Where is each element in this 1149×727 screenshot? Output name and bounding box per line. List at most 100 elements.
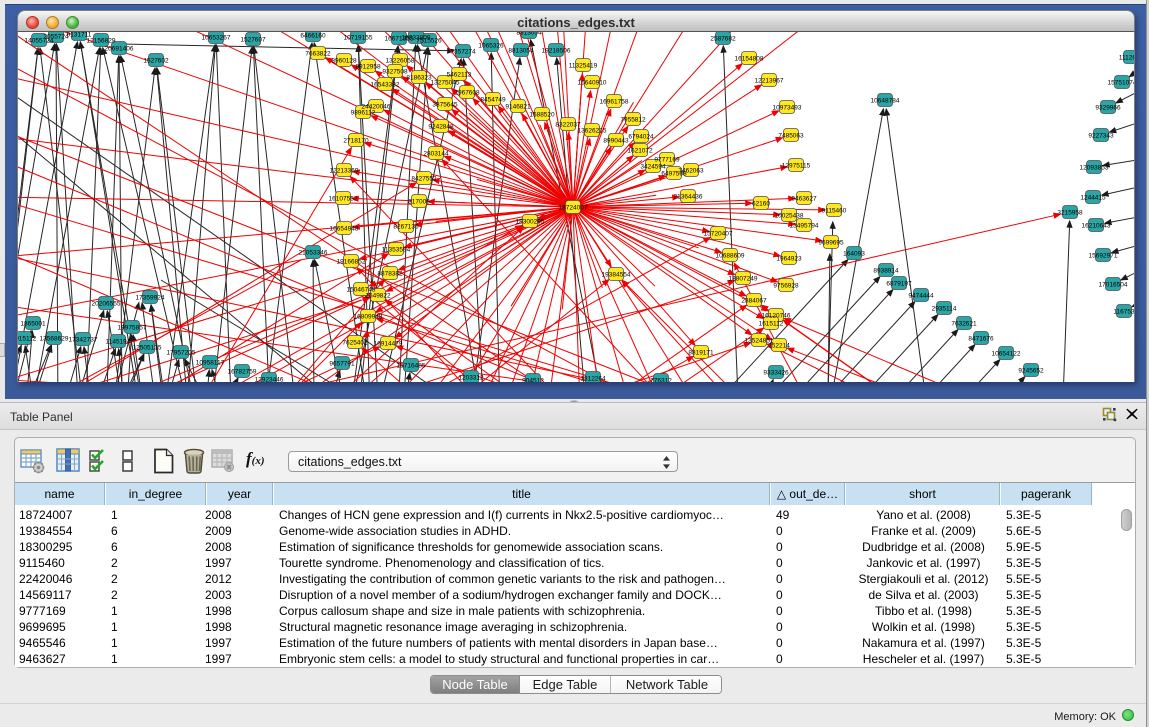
svg-text:9115460: 9115460 bbox=[822, 207, 847, 214]
svg-text:8813054: 8813054 bbox=[508, 47, 534, 54]
svg-text:20691406: 20691406 bbox=[105, 45, 134, 52]
svg-text:7632621: 7632621 bbox=[951, 320, 977, 327]
svg-text:9329966: 9329966 bbox=[1095, 104, 1121, 111]
svg-text:8990443: 8990443 bbox=[603, 137, 629, 144]
svg-text:62160: 62160 bbox=[752, 200, 770, 207]
svg-text:1549822: 1549822 bbox=[365, 292, 391, 299]
svg-text:6466160: 6466160 bbox=[300, 32, 326, 39]
svg-text:13568629: 13568629 bbox=[40, 335, 69, 342]
svg-text:8960128: 8960128 bbox=[331, 57, 357, 64]
svg-text:12213967: 12213967 bbox=[755, 77, 784, 84]
svg-text:1527602: 1527602 bbox=[143, 57, 169, 64]
svg-text:11325419: 11325419 bbox=[569, 62, 598, 69]
svg-text:1244415: 1244415 bbox=[1080, 194, 1106, 201]
svg-text:16782759: 16782759 bbox=[228, 368, 257, 375]
svg-text:10688609: 10688609 bbox=[716, 252, 745, 259]
svg-text:8912958: 8912958 bbox=[355, 63, 381, 70]
svg-text:8878382: 8878382 bbox=[377, 270, 403, 277]
svg-text:9227343: 9227343 bbox=[1088, 132, 1114, 139]
svg-text:6879197: 6879197 bbox=[886, 280, 912, 287]
svg-text:16033809: 16033809 bbox=[402, 34, 431, 41]
svg-text:9657791: 9657791 bbox=[329, 360, 355, 367]
svg-text:16543382: 16543382 bbox=[371, 81, 400, 88]
svg-text:12923446: 12923446 bbox=[255, 376, 284, 382]
svg-text:18300295: 18300295 bbox=[516, 218, 545, 225]
svg-text:1145194: 1145194 bbox=[106, 338, 131, 345]
svg-text:12505135: 12505135 bbox=[133, 344, 162, 351]
svg-text:10025438: 10025438 bbox=[775, 212, 804, 219]
svg-text:2055724: 2055724 bbox=[43, 33, 69, 40]
svg-text:6794024: 6794024 bbox=[628, 133, 654, 140]
svg-text:16210643: 16210643 bbox=[1082, 222, 1111, 229]
svg-text:1065326: 1065326 bbox=[478, 42, 504, 49]
svg-text:9474444: 9474444 bbox=[908, 292, 934, 299]
svg-text:164093: 164093 bbox=[843, 250, 865, 257]
svg-text:16120746: 16120746 bbox=[762, 312, 791, 319]
svg-text:5462113: 5462113 bbox=[447, 71, 472, 78]
svg-text:10973493: 10973493 bbox=[773, 104, 802, 111]
svg-text:10958117: 10958117 bbox=[196, 359, 225, 366]
svg-text:3875645: 3875645 bbox=[432, 101, 458, 108]
svg-text:9327508: 9327508 bbox=[382, 68, 408, 75]
svg-text:10648784: 10648784 bbox=[871, 97, 900, 104]
svg-text:21364436: 21364436 bbox=[674, 193, 703, 200]
svg-text:13626215: 13626215 bbox=[578, 127, 607, 134]
svg-text:2587682: 2587682 bbox=[710, 35, 736, 42]
svg-text:8819171: 8819171 bbox=[688, 349, 714, 356]
svg-text:9242848: 9242848 bbox=[428, 123, 454, 130]
svg-text:3215958: 3215958 bbox=[1057, 209, 1083, 216]
svg-text:19975857: 19975857 bbox=[118, 324, 147, 331]
svg-text:9896112: 9896112 bbox=[351, 109, 376, 116]
svg-text:904512: 904512 bbox=[522, 377, 544, 382]
svg-text:1615112: 1615112 bbox=[759, 320, 784, 327]
svg-text:1527607: 1527607 bbox=[240, 36, 266, 43]
svg-text:1588520: 1588520 bbox=[529, 111, 555, 118]
svg-text:7357274: 7357274 bbox=[450, 48, 476, 55]
svg-text:7485063: 7485063 bbox=[778, 132, 804, 139]
svg-text:16654948: 16654948 bbox=[330, 225, 359, 232]
svg-text:1621072: 1621072 bbox=[627, 147, 653, 154]
svg-text:13226058: 13226058 bbox=[386, 57, 415, 64]
svg-text:16914479: 16914479 bbox=[374, 340, 403, 347]
svg-text:7955812: 7955812 bbox=[620, 116, 646, 123]
svg-text:21053346: 21053346 bbox=[299, 249, 328, 256]
svg-text:15720407: 15720407 bbox=[704, 230, 733, 237]
svg-text:17957205: 17957205 bbox=[167, 349, 196, 356]
svg-text:7663822: 7663822 bbox=[305, 50, 331, 57]
svg-text:15716485: 15716485 bbox=[397, 362, 426, 369]
svg-text:16107552: 16107552 bbox=[329, 195, 358, 202]
svg-text:15640910: 15640910 bbox=[578, 79, 607, 86]
svg-text:1312264: 1312264 bbox=[580, 375, 606, 382]
svg-text:8813054: 8813054 bbox=[516, 32, 542, 36]
svg-text:16809948: 16809948 bbox=[354, 313, 383, 320]
svg-text:11353594: 11353594 bbox=[382, 246, 411, 253]
svg-text:8471676: 8471676 bbox=[968, 335, 994, 342]
svg-text:10653267: 10653267 bbox=[202, 34, 231, 41]
svg-text:8186323: 8186323 bbox=[406, 74, 432, 81]
svg-text:19166852: 19166852 bbox=[337, 258, 366, 265]
svg-text:8267130: 8267130 bbox=[393, 223, 419, 230]
svg-text:252214: 252214 bbox=[768, 342, 790, 349]
svg-text:3424594: 3424594 bbox=[640, 163, 666, 170]
svg-text:17016504: 17016504 bbox=[1099, 281, 1128, 288]
svg-text:2967608: 2967608 bbox=[454, 89, 480, 96]
svg-text:15692971: 15692971 bbox=[1089, 252, 1118, 259]
svg-text:9463627: 9463627 bbox=[791, 195, 817, 202]
svg-text:17342737: 17342737 bbox=[69, 336, 98, 343]
svg-text:12093853: 12093853 bbox=[1080, 164, 1109, 171]
svg-text:2718170: 2718170 bbox=[343, 137, 369, 144]
svg-text:7462063: 7462063 bbox=[678, 167, 704, 174]
svg-text:17359924: 17359924 bbox=[136, 294, 165, 301]
svg-text:7625402: 7625402 bbox=[342, 339, 368, 346]
svg-text:9146821: 9146821 bbox=[505, 103, 531, 110]
svg-text:8427552: 8427552 bbox=[411, 175, 437, 182]
svg-text:2884067: 2884067 bbox=[741, 297, 767, 304]
svg-text:817006: 817006 bbox=[408, 198, 430, 205]
svg-text:20206555: 20206555 bbox=[92, 300, 121, 307]
svg-text:9756928: 9756928 bbox=[773, 282, 799, 289]
svg-text:18807249: 18807249 bbox=[729, 275, 758, 282]
svg-text:15751074: 15751074 bbox=[1108, 79, 1135, 86]
svg-text:19384554: 19384554 bbox=[602, 271, 631, 278]
svg-text:2935114: 2935114 bbox=[932, 305, 957, 312]
svg-text:9333426: 9333426 bbox=[763, 369, 789, 376]
